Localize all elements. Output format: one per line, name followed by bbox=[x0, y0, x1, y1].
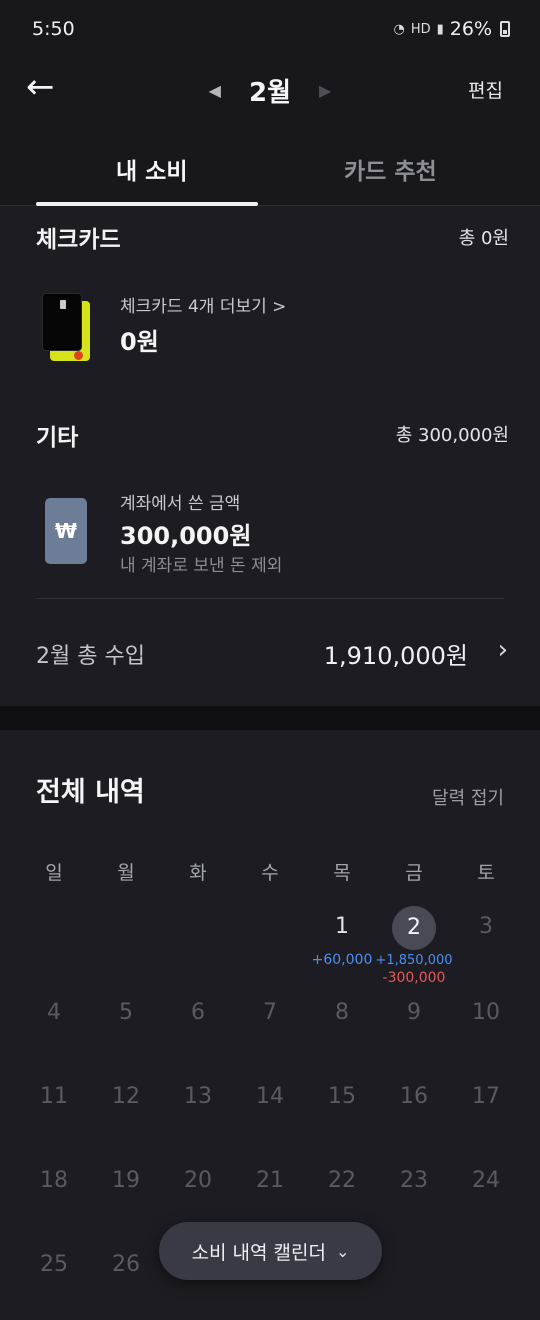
wifi-icon: ◔ bbox=[393, 21, 405, 37]
calendar-day[interactable]: 7 bbox=[234, 1000, 306, 1025]
check-card-title: 체크카드 bbox=[36, 227, 121, 253]
edit-button[interactable]: 편집 bbox=[468, 76, 503, 103]
status-bar: 5:50 ◔ HD ▮ 26% bbox=[0, 0, 540, 58]
calendar-day[interactable]: 15 bbox=[306, 1084, 378, 1109]
calendar-day[interactable]: 1 bbox=[306, 914, 378, 939]
battery-icon bbox=[500, 21, 510, 37]
section-gap bbox=[0, 706, 540, 730]
hd-icon: HD bbox=[410, 21, 431, 37]
calendar-day[interactable]: 4 bbox=[18, 1000, 90, 1025]
won-icon: ₩ bbox=[45, 498, 87, 564]
fab-label: 소비 내역 캘린더 bbox=[191, 1241, 327, 1264]
selected-day-circle: 2 bbox=[392, 906, 436, 950]
weekday-sat: 토 bbox=[477, 862, 495, 884]
check-card-image bbox=[42, 293, 92, 363]
weekday-wed: 수 bbox=[261, 862, 279, 884]
card-chip bbox=[60, 300, 66, 309]
other-title: 기타 bbox=[36, 425, 79, 451]
calendar-day[interactable]: 14 bbox=[234, 1084, 306, 1109]
prev-month-icon[interactable]: ◀ bbox=[209, 81, 221, 100]
day-income: +1,850,000 bbox=[375, 953, 453, 968]
check-card-more-link[interactable]: 체크카드 4개 더보기 > bbox=[120, 292, 286, 317]
weekday-fri: 금 bbox=[405, 862, 423, 884]
calendar-day[interactable]: 19 bbox=[90, 1168, 162, 1193]
chevron-right-icon: › bbox=[497, 635, 508, 665]
top-bar: ← ◀ 2월 ▶ 편집 bbox=[0, 58, 540, 120]
calendar-day[interactable]: 12 bbox=[90, 1084, 162, 1109]
signal-icon: ▮ bbox=[436, 21, 444, 37]
calendar-day[interactable]: 13 bbox=[162, 1084, 234, 1109]
income-row[interactable]: 2월 총 수입 1,910,000원 › bbox=[0, 630, 540, 674]
next-month-icon[interactable]: ▶ bbox=[319, 81, 331, 100]
status-icons: ◔ HD ▮ 26% bbox=[393, 18, 510, 40]
battery-level: 26% bbox=[449, 18, 492, 40]
calendar-day[interactable]: 21 bbox=[234, 1168, 306, 1193]
calendar-day[interactable]: 17 bbox=[450, 1084, 522, 1109]
tab-card-recommend[interactable]: 카드 추천 bbox=[344, 152, 437, 186]
other-total: 총 300,000원 bbox=[395, 425, 509, 446]
account-spend-label: 계좌에서 쓴 금액 bbox=[120, 494, 241, 514]
month-navigator: ◀ 2월 ▶ bbox=[0, 72, 540, 109]
check-card-amount: 0원 bbox=[120, 328, 159, 356]
calendar-day[interactable]: 25 bbox=[18, 1252, 90, 1277]
calendar-day[interactable]: 11 bbox=[18, 1084, 90, 1109]
income-amount: 1,910,000원 bbox=[323, 642, 468, 670]
calendar-day[interactable]: 26 bbox=[90, 1252, 162, 1277]
weekday-tue: 화 bbox=[189, 862, 207, 884]
spending-calendar-button[interactable]: 소비 내역 캘린더 ⌄ bbox=[159, 1222, 382, 1280]
weekday-sun: 일 bbox=[45, 862, 63, 884]
card-front-shape bbox=[42, 293, 82, 351]
chevron-down-icon: ⌄ bbox=[336, 1241, 350, 1261]
account-spend-amount: 300,000원 bbox=[120, 522, 252, 550]
calendar-day[interactable]: 23 bbox=[378, 1168, 450, 1193]
weekday-mon: 월 bbox=[117, 862, 135, 884]
calendar-day[interactable]: 10 bbox=[450, 1000, 522, 1025]
weekday-thu: 목 bbox=[333, 862, 351, 884]
calendar-day[interactable]: 18 bbox=[18, 1168, 90, 1193]
calendar-day[interactable]: 6 bbox=[162, 1000, 234, 1025]
collapse-calendar-button[interactable]: 달력 접기 bbox=[432, 784, 504, 810]
day-expense: -300,000 bbox=[382, 970, 446, 986]
calendar-day-selected[interactable]: 2 bbox=[378, 906, 450, 950]
check-card-total: 총 0원 bbox=[458, 228, 509, 249]
calendar-day[interactable]: 22 bbox=[306, 1168, 378, 1193]
card-brand-dot bbox=[74, 351, 83, 360]
calendar-day[interactable]: 9 bbox=[378, 1000, 450, 1025]
divider bbox=[36, 598, 504, 599]
history-title: 전체 내역 bbox=[36, 777, 145, 808]
spending-panel: 체크카드 총 0원 체크카드 4개 더보기 > 0원 기타 총 300,000원… bbox=[0, 206, 540, 706]
calendar-day[interactable]: 16 bbox=[378, 1084, 450, 1109]
status-time: 5:50 bbox=[32, 18, 75, 40]
income-label: 2월 총 수입 bbox=[36, 644, 145, 669]
calendar-day[interactable]: 20 bbox=[162, 1168, 234, 1193]
calendar-day[interactable]: 5 bbox=[90, 1000, 162, 1025]
tab-my-spending[interactable]: 내 소비 bbox=[116, 152, 188, 186]
calendar-day[interactable]: 24 bbox=[450, 1168, 522, 1193]
calendar-day[interactable]: 8 bbox=[306, 1000, 378, 1025]
account-spend-note: 내 계좌로 보낸 돈 제외 bbox=[120, 556, 283, 576]
month-title: 2월 bbox=[248, 78, 291, 108]
calendar-day[interactable]: 3 bbox=[450, 914, 522, 939]
tab-bar: 내 소비 카드 추천 bbox=[0, 140, 540, 206]
